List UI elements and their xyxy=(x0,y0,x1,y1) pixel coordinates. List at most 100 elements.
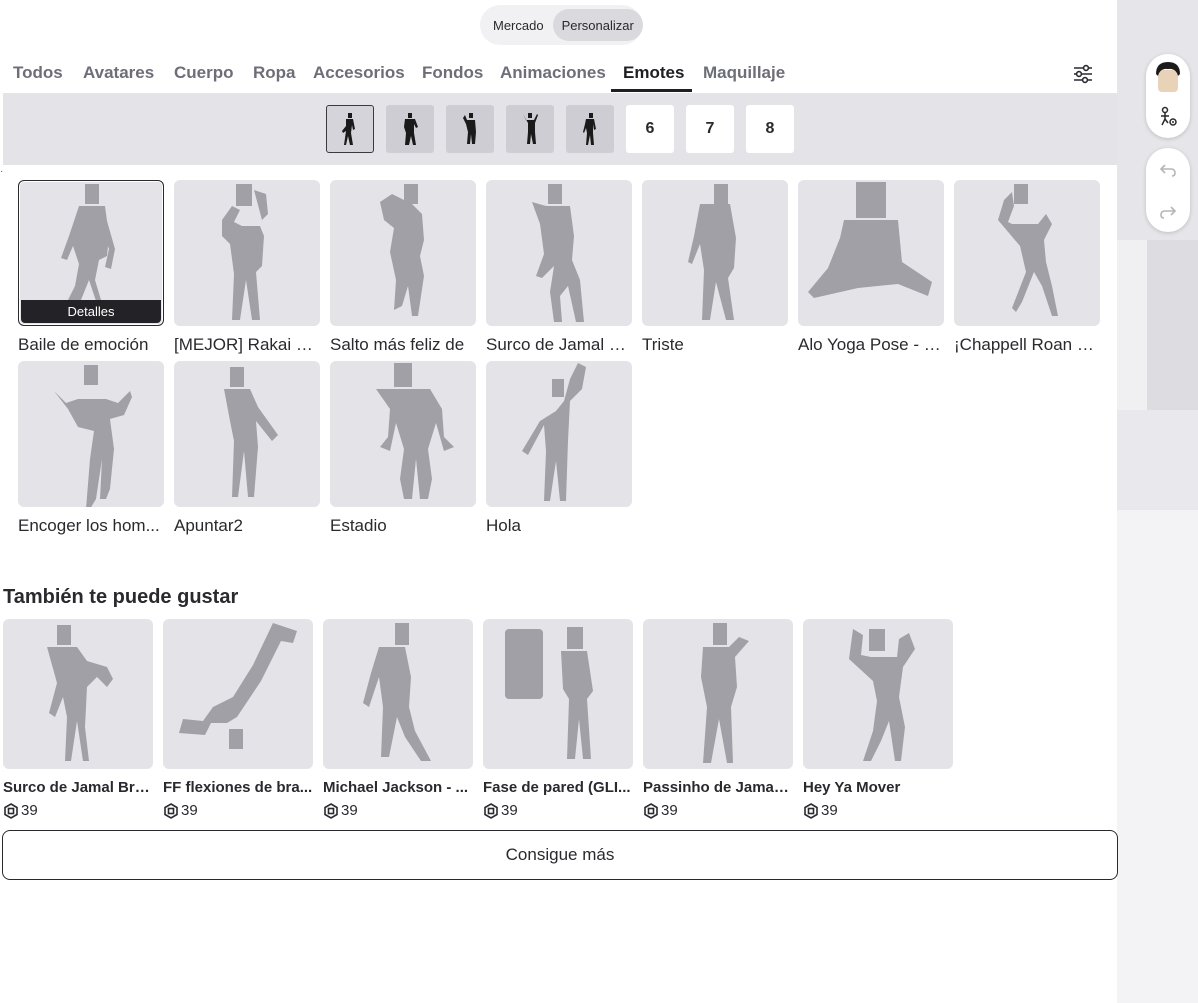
emote-thumbnail[interactable]: Detalles xyxy=(18,180,164,326)
emote-figure xyxy=(376,363,454,499)
tab-accesorios[interactable]: Accesorios xyxy=(313,58,405,93)
emote-figure xyxy=(532,184,584,322)
emote-figure xyxy=(505,627,593,759)
emote-figure xyxy=(363,623,431,761)
emote-name: Alo Yoga Pose - P... xyxy=(798,335,944,354)
emote-figure-icon xyxy=(463,113,476,144)
emote-slot-7[interactable]: 7 xyxy=(686,105,734,153)
emote-thumbnail[interactable] xyxy=(486,180,632,326)
emote-thumbnail[interactable] xyxy=(18,361,164,507)
emote-card[interactable]: Triste xyxy=(642,180,788,355)
emote-slot-3[interactable] xyxy=(446,105,494,153)
tab-todos[interactable]: Todos xyxy=(13,58,63,93)
tab-ropa[interactable]: Ropa xyxy=(253,58,296,93)
emote-name: Hola xyxy=(486,516,521,535)
emote-name: Encoger los hom... xyxy=(18,516,160,535)
emote-slot-6[interactable]: 6 xyxy=(626,105,674,153)
emote-thumbnail[interactable] xyxy=(330,361,476,507)
avatar-side-panel xyxy=(1146,54,1190,138)
emote-card[interactable]: Alo Yoga Pose - P... xyxy=(798,180,944,355)
recommendation-card[interactable]: Surco de Jamal Bra... 39 xyxy=(3,619,153,819)
get-more-button[interactable]: Consigue más xyxy=(2,830,1118,880)
tab-fondos[interactable]: Fondos xyxy=(422,58,483,93)
emote-name: Baile de emoción xyxy=(18,335,149,354)
emote-card[interactable]: ¡Chappell Roan C... xyxy=(954,180,1100,355)
emote-card[interactable]: Encoger los hom... xyxy=(18,361,164,536)
emote-figure xyxy=(179,623,297,749)
emote-name: Salto más feliz de xyxy=(330,335,465,354)
robux-icon xyxy=(324,802,338,819)
price-value: 39 xyxy=(341,802,358,819)
emote-thumbnail[interactable] xyxy=(486,361,632,507)
emote-thumbnail[interactable] xyxy=(798,180,944,326)
recommendation-thumbnail[interactable] xyxy=(483,619,633,769)
sliders-icon[interactable] xyxy=(1071,62,1095,86)
recommendation-card[interactable]: Passinho de Jamal ... 39 xyxy=(643,619,793,819)
emote-card[interactable]: Hola xyxy=(486,361,632,536)
recommendation-thumbnail[interactable] xyxy=(163,619,313,769)
emote-card[interactable]: Detalles Baile de emoción xyxy=(18,180,164,355)
tab-avatares[interactable]: Avatares xyxy=(83,58,154,93)
emote-name: Apuntar2 xyxy=(174,516,243,535)
emote-thumbnail[interactable] xyxy=(330,180,476,326)
emote-figure xyxy=(701,623,749,763)
recommendation-thumbnail[interactable] xyxy=(803,619,953,769)
price: 39 xyxy=(483,802,633,819)
tab-cuerpo[interactable]: Cuerpo xyxy=(174,58,234,93)
recommendation-name: Hey Ya Mover xyxy=(803,779,901,796)
emote-thumbnail[interactable] xyxy=(954,180,1100,326)
emote-card[interactable]: Apuntar2 xyxy=(174,361,320,536)
emote-figure xyxy=(688,184,736,320)
recommendation-card[interactable]: Fase de pared (GLI... 39 xyxy=(483,619,633,819)
emote-card[interactable]: Salto más feliz de xyxy=(330,180,476,355)
emote-slot-bar: 6 7 8 xyxy=(3,93,1117,165)
emote-name: [MEJOR] Rakai E... xyxy=(174,335,320,354)
price-value: 39 xyxy=(21,802,38,819)
price: 39 xyxy=(163,802,313,819)
emote-thumbnail[interactable] xyxy=(174,180,320,326)
price: 39 xyxy=(643,802,793,819)
emote-thumbnail[interactable] xyxy=(174,361,320,507)
recommendation-name: Surco de Jamal Bra... xyxy=(3,779,153,796)
viewport-wall xyxy=(1147,240,1198,410)
emote-slot-4[interactable] xyxy=(506,105,554,153)
redo-icon[interactable] xyxy=(1157,201,1179,223)
price-value: 39 xyxy=(181,802,198,819)
emote-figure-icon xyxy=(404,113,418,145)
emote-slot-2[interactable] xyxy=(386,105,434,153)
recommendation-thumbnail[interactable] xyxy=(323,619,473,769)
tab-animaciones[interactable]: Animaciones xyxy=(500,58,606,93)
emote-figure xyxy=(380,184,424,316)
history-panel xyxy=(1146,148,1190,232)
recommendation-thumbnail[interactable] xyxy=(3,619,153,769)
emote-figure xyxy=(47,625,113,761)
emote-figure xyxy=(54,365,132,507)
avatar-head-icon[interactable] xyxy=(1152,60,1184,94)
emote-figure-icon xyxy=(583,113,596,145)
emote-figure xyxy=(849,629,915,761)
recommendation-thumbnail[interactable] xyxy=(643,619,793,769)
robux-icon xyxy=(164,802,178,819)
emote-card[interactable]: Surco de Jamal B... xyxy=(486,180,632,355)
emote-card[interactable]: Estadio xyxy=(330,361,476,536)
emote-card[interactable]: [MEJOR] Rakai E... xyxy=(174,180,320,355)
emote-name: ¡Chappell Roan C... xyxy=(954,335,1100,354)
emote-slot-5[interactable] xyxy=(566,105,614,153)
recommendation-card[interactable]: Hey Ya Mover 39 xyxy=(803,619,953,819)
robux-icon xyxy=(4,802,18,819)
mode-mercado-button[interactable]: Mercado xyxy=(484,9,553,41)
emote-slot-1[interactable] xyxy=(326,105,374,153)
recommendation-card[interactable]: FF flexiones de bra... 39 xyxy=(163,619,313,819)
tab-maquillaje[interactable]: Maquillaje xyxy=(703,58,785,93)
emote-name: Estadio xyxy=(330,516,387,535)
mode-personalizar-button[interactable]: Personalizar xyxy=(552,9,643,41)
avatar-settings-icon[interactable] xyxy=(1157,106,1179,128)
emote-slot-8[interactable]: 8 xyxy=(746,105,794,153)
active-tab-indicator xyxy=(611,89,692,92)
details-button[interactable]: Detalles xyxy=(21,300,161,323)
emote-thumbnail[interactable] xyxy=(642,180,788,326)
emote-figure xyxy=(998,184,1058,316)
recommendation-card[interactable]: Michael Jackson - ... 39 xyxy=(323,619,473,819)
undo-icon[interactable] xyxy=(1157,159,1179,181)
tab-emotes[interactable]: Emotes xyxy=(623,58,684,93)
